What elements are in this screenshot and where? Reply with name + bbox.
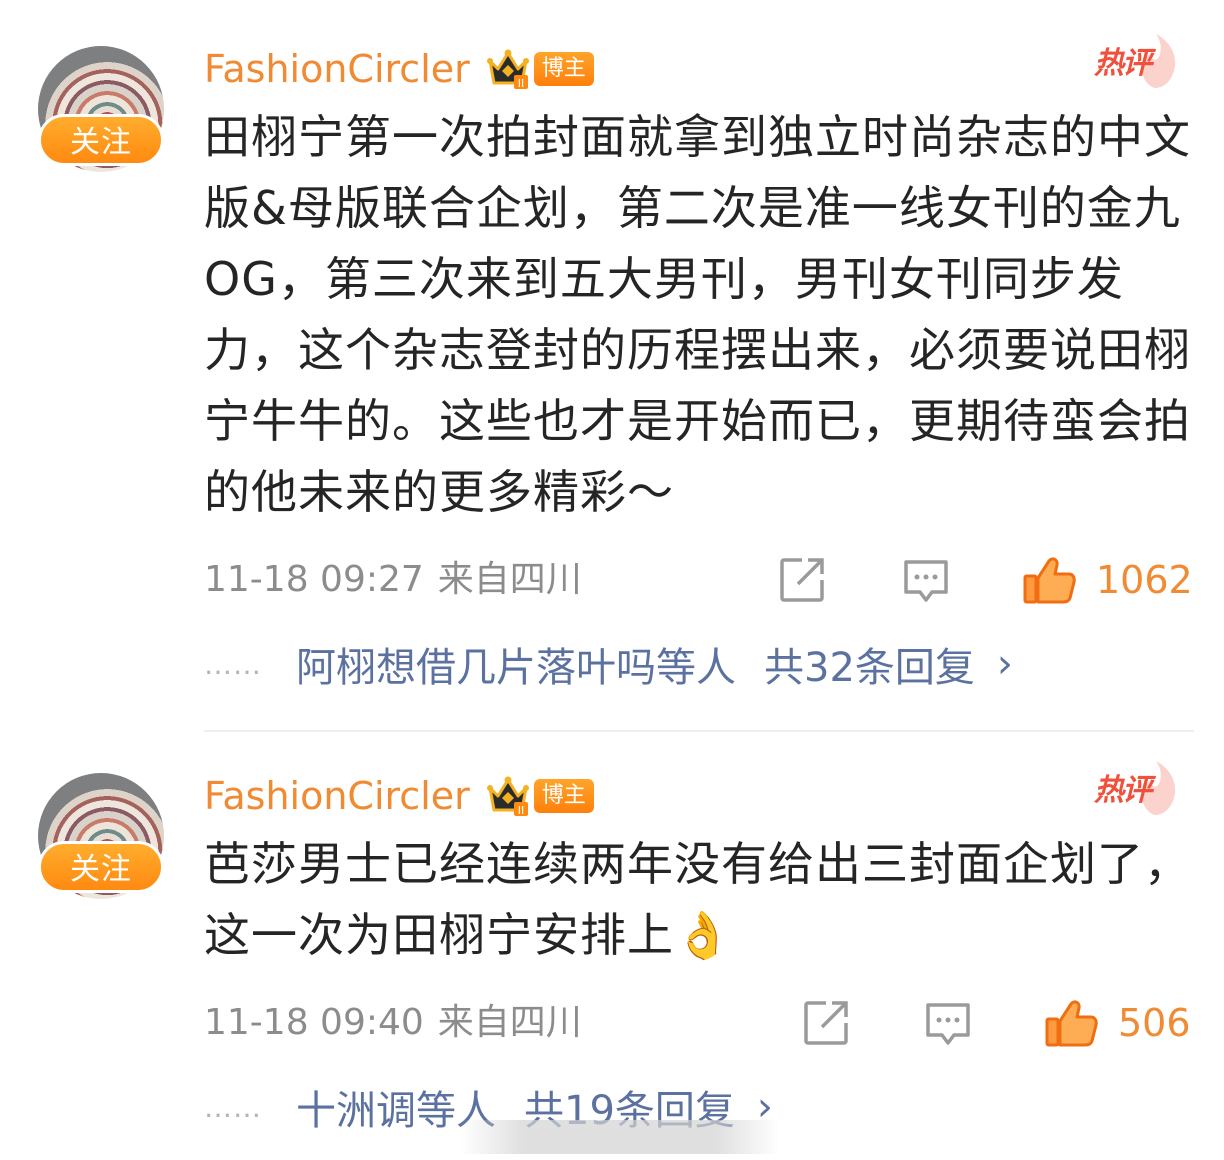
watermark-overlay: [460, 1120, 780, 1154]
timestamp: 11-18 09:40: [204, 1002, 424, 1043]
comment-icon[interactable]: [922, 997, 974, 1049]
blogger-badge: 博主: [533, 779, 594, 813]
hot-comment-tag: 热评: [1094, 32, 1184, 92]
share-icon[interactable]: [776, 554, 828, 606]
svg-text:II: II: [518, 804, 525, 817]
name-row: FashionCircler II 博主: [204, 44, 594, 94]
svg-text:II: II: [518, 77, 525, 90]
hot-comment-tag: 热评: [1094, 759, 1184, 819]
location: 来自四川: [437, 1002, 582, 1043]
reply-total[interactable]: 共32条回复: [764, 635, 975, 693]
divider: [204, 730, 1194, 732]
like-count: 1062: [1096, 558, 1193, 602]
comment-meta: 11-18 09:27 来自四川: [204, 558, 582, 602]
comment-meta: 11-18 09:40 来自四川: [204, 1001, 582, 1045]
location: 来自四川: [437, 559, 582, 600]
reply-names[interactable]: 阿栩想借几片落叶吗等人: [296, 635, 736, 693]
blogger-badge: 博主: [533, 52, 594, 86]
chevron-right-icon: ›: [996, 641, 1013, 687]
thumbs-up-icon: [1023, 557, 1076, 604]
username[interactable]: FashionCircler: [204, 771, 470, 821]
follow-button[interactable]: 关注: [38, 114, 164, 166]
like-button[interactable]: 1062: [1022, 554, 1193, 606]
crown-icon: II: [486, 776, 529, 817]
like-count: 506: [1118, 1001, 1191, 1045]
reply-dots: ……: [204, 1090, 262, 1124]
follow-button[interactable]: 关注: [38, 841, 164, 893]
replies-link[interactable]: …… 阿栩想借几片落叶吗等人 共32条回复 ›: [204, 636, 1013, 692]
timestamp: 11-18 09:27: [204, 559, 424, 600]
username[interactable]: FashionCircler: [204, 44, 470, 94]
comment-item: 关注 FashionCircler II 博主 热评 芭莎男士已经连续两年没有给…: [0, 733, 1224, 1160]
comment-icon[interactable]: [900, 554, 952, 606]
hot-label: 热评: [1094, 46, 1152, 81]
crown-icon: II: [486, 49, 529, 90]
reply-dots: ……: [204, 647, 262, 681]
hot-label: 热评: [1094, 773, 1152, 808]
like-button[interactable]: 506: [1044, 997, 1191, 1049]
comment-item: 关注 FashionCircler II 博主 热评 田栩宁第一次拍封面就拿到独…: [0, 0, 1224, 720]
share-icon[interactable]: [800, 997, 852, 1049]
name-row: FashionCircler II 博主: [204, 771, 594, 821]
comment-text: 芭莎男士已经连续两年没有给出三封面企划了，这一次为田栩宁安排上👌: [204, 837, 1191, 962]
thumbs-up-icon: [1045, 1000, 1098, 1047]
comment-text: 田栩宁第一次拍封面就拿到独立时尚杂志的中文版&母版联合企划，第二次是准一线女刊的…: [204, 110, 1191, 519]
